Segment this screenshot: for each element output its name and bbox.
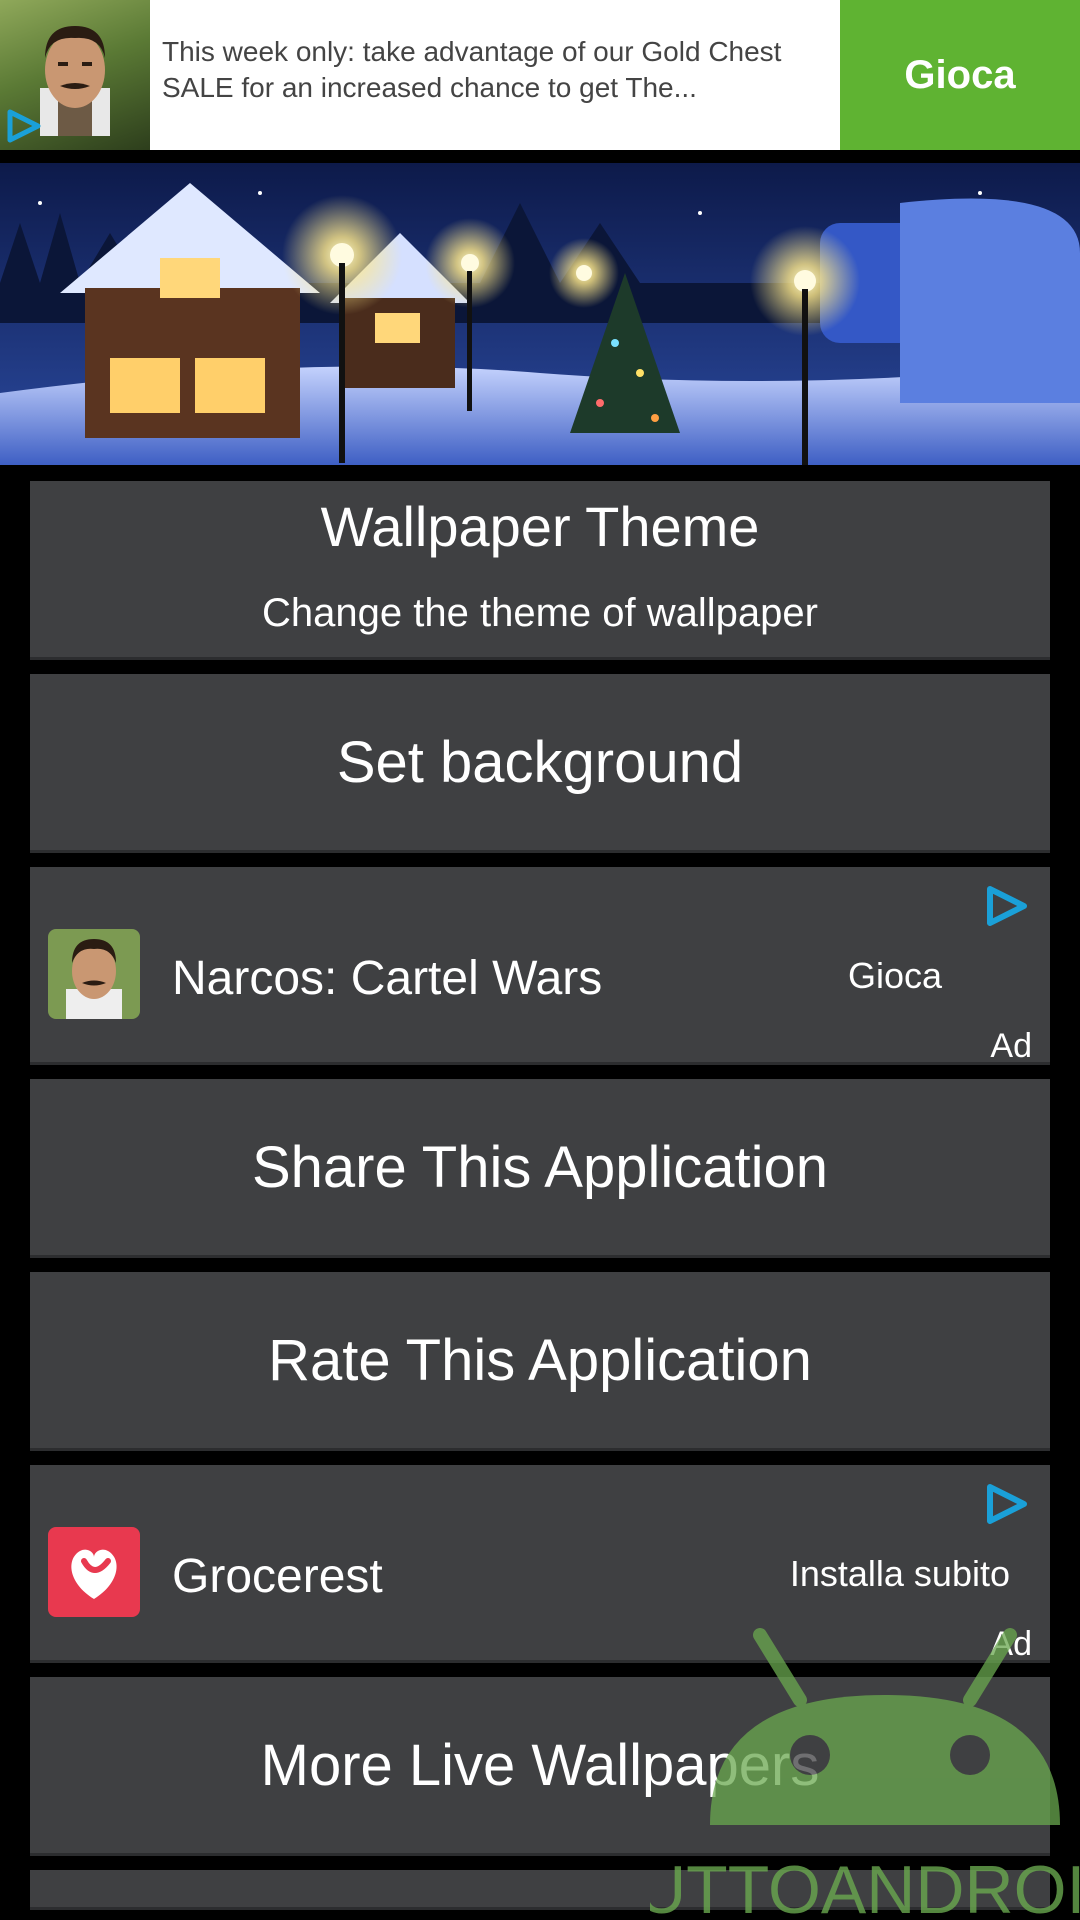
ad-play-button[interactable]: Gioca	[840, 0, 1080, 150]
ad-thumbnail[interactable]	[0, 0, 150, 150]
wallpaper-theme-button[interactable]: Wallpaper Theme Change the theme of wall…	[30, 481, 1050, 660]
christmas-village-image	[0, 163, 1080, 465]
top-banner-ad[interactable]: This week only: take advantage of our Go…	[0, 0, 1080, 150]
ad-label: Ad	[990, 1625, 1032, 1663]
grocerest-app-icon[interactable]	[48, 1527, 140, 1617]
ad-app-title: Narcos: Cartel Wars	[172, 952, 603, 1005]
ad-cta-button[interactable]: Installa subito	[790, 1553, 1010, 1595]
ad-app-title: Grocerest	[172, 1550, 383, 1603]
settings-menu: Wallpaper Theme Change the theme of wall…	[30, 481, 1050, 1910]
ad-choice-icon[interactable]	[984, 1481, 1030, 1527]
native-ad-grocerest[interactable]: Grocerest Installa subito Ad	[30, 1465, 1050, 1663]
wallpaper-theme-title: Wallpaper Theme	[320, 495, 760, 558]
ad-label: Ad	[990, 1027, 1032, 1065]
ad-choice-icon[interactable]	[984, 883, 1030, 929]
share-app-button[interactable]: Share This Application	[30, 1079, 1050, 1258]
narcos-app-icon[interactable]	[48, 929, 140, 1019]
ad-cta-button[interactable]: Gioca	[848, 955, 942, 997]
more-wallpapers-button[interactable]: More Live Wallpapers	[30, 1677, 1050, 1856]
partial-row[interactable]	[30, 1870, 1050, 1910]
native-ad-narcos[interactable]: Narcos: Cartel Wars Gioca Ad	[30, 867, 1050, 1065]
set-background-button[interactable]: Set background	[30, 674, 1050, 853]
play-triangle-icon[interactable]	[4, 106, 44, 146]
ad-description: This week only: take advantage of our Go…	[162, 36, 782, 103]
rate-app-button[interactable]: Rate This Application	[30, 1272, 1050, 1451]
wallpaper-theme-subtitle: Change the theme of wallpaper	[262, 591, 818, 635]
